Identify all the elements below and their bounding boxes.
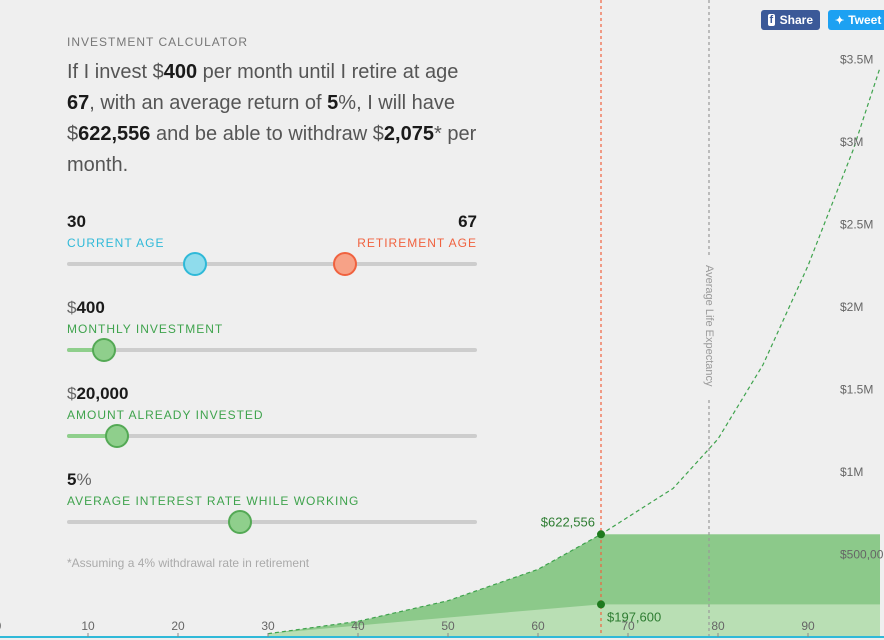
- twitter-icon: ✦: [835, 14, 845, 27]
- y-tick-label: $1M: [840, 465, 863, 479]
- y-tick-label: $2M: [840, 300, 863, 314]
- y-tick-label: $500,00: [840, 548, 884, 562]
- x-tick-label: 80: [711, 619, 725, 633]
- total-marker-label: $622,556: [541, 514, 595, 529]
- facebook-icon: f: [768, 14, 775, 26]
- twitter-tweet-button[interactable]: ✦ Tweet: [828, 10, 884, 30]
- y-tick-label: $1.5M: [840, 383, 873, 397]
- facebook-share-button[interactable]: f Share: [761, 10, 820, 30]
- x-tick-label: 90: [801, 619, 815, 633]
- x-tick-label: 20: [171, 619, 185, 633]
- y-tick-label: $3.5M: [840, 53, 873, 67]
- y-tick-label: $2.5M: [840, 218, 873, 232]
- x-tick-label: 10: [81, 619, 95, 633]
- y-tick-label: $3M: [840, 135, 863, 149]
- x-tick-label: 40: [351, 619, 365, 633]
- life-expectancy-label: Average Life Expectancy: [703, 265, 715, 387]
- x-tick-label: 70: [621, 619, 635, 633]
- x-tick-label: 60: [531, 619, 545, 633]
- x-tick-label: 0: [0, 619, 2, 633]
- x-tick-label: 50: [441, 619, 455, 633]
- total-marker: [597, 530, 605, 539]
- contributed-marker: [597, 600, 605, 609]
- growth-chart: Average Life Expectancy$622,556$197,6000…: [0, 0, 884, 638]
- x-tick-label: 30: [261, 619, 275, 633]
